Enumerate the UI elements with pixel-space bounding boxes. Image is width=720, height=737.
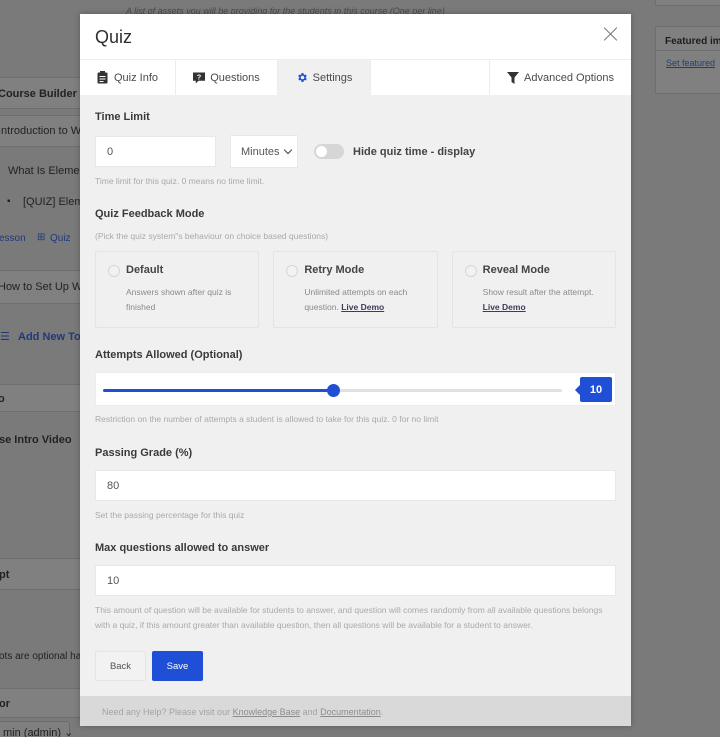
author-panel-header: or (0, 688, 80, 718)
footer-text: . (380, 707, 384, 717)
max-questions-value: 10 (107, 574, 120, 587)
attempts-label: Attempts Allowed (Optional) (95, 349, 243, 361)
tab-questions[interactable]: ? Questions (176, 60, 278, 95)
close-icon[interactable] (603, 26, 619, 42)
tab-label: Advanced Options (524, 71, 614, 84)
tab-advanced-options[interactable]: Advanced Options (490, 60, 631, 95)
course-builder-title: Course Builder (0, 88, 77, 100)
video-panel-header: o (0, 384, 80, 412)
passing-grade-label: Passing Grade (%) (95, 447, 193, 459)
time-unit-value: Minutes (241, 145, 280, 158)
feedback-mode-options: Default Answers shown after quiz is fini… (95, 251, 616, 328)
knowledge-base-link[interactable]: Knowledge Base (233, 707, 301, 717)
topic-title-2: How to Set Up W (0, 281, 83, 293)
radio-button[interactable] (108, 265, 120, 277)
slider-track[interactable] (103, 384, 562, 397)
mode-description: Show result after the attempt. Live Demo (483, 285, 615, 315)
author-select[interactable]: min (admin) ⌄ (0, 721, 73, 737)
modal-footer: Need any Help? Please visit our Knowledg… (80, 696, 631, 726)
topic-title: Introduction to W (0, 125, 82, 137)
excerpt-panel-header: pt (0, 558, 80, 590)
add-new-topic-button[interactable]: Add New Top (18, 331, 87, 343)
topic-row[interactable]: Introduction to W (0, 115, 82, 147)
clipboard-icon (97, 71, 109, 84)
max-questions-label: Max questions allowed to answer (95, 542, 270, 554)
attempts-help: Restriction on the number of attempts a … (95, 414, 439, 424)
mode-description: Unlimited attempts on each question. Liv… (304, 285, 436, 315)
passing-grade-input[interactable]: 80 (95, 470, 616, 501)
intro-video-label: se Intro Video (0, 434, 72, 446)
featured-image-panel: Featured im Set featured (655, 26, 720, 94)
add-topic-icon: ☰ (0, 331, 10, 343)
mode-title: Retry Mode (304, 264, 365, 276)
lesson-item[interactable]: What Is Elemen (8, 165, 86, 177)
add-quiz-icon: ⊞ (37, 232, 46, 243)
mode-description: Answers shown after quiz is finished (126, 285, 258, 315)
slider-fill (103, 389, 333, 392)
passing-grade-help: Set the passing percentage for this quiz (95, 510, 245, 520)
footer-text: and (300, 707, 321, 717)
tab-quiz-info[interactable]: Quiz Info (80, 60, 176, 95)
author-header-text: or (0, 698, 10, 710)
max-questions-input[interactable]: 10 (95, 565, 616, 596)
author-select-value: min (admin) (3, 727, 62, 737)
passing-grade-value: 80 (107, 479, 120, 492)
hide-quiz-time-label: Hide quiz time - display (353, 145, 476, 158)
documentation-link[interactable]: Documentation (320, 707, 381, 717)
time-limit-input[interactable]: 0 (95, 136, 216, 167)
mode-desc-text: Answers shown after quiz is finished (126, 287, 232, 312)
add-lesson-link[interactable]: esson (0, 233, 26, 244)
mode-title: Default (126, 264, 164, 276)
question-icon: ? (193, 72, 206, 84)
quiz-modal: Quiz Quiz Info ? Questions Settings Adva… (80, 14, 631, 726)
right-panel-top (655, 0, 720, 6)
mode-title: Reveal Mode (482, 264, 550, 276)
mode-desc-text: Show result after the attempt. (482, 287, 594, 297)
excerpt-note: ots are optional ha (0, 651, 82, 662)
tab-label: Questions (210, 71, 260, 84)
set-featured-image-link[interactable]: Set featured (656, 51, 720, 68)
footer-text: Need any Help? Please visit our (102, 707, 233, 717)
time-limit-value: 0 (107, 145, 114, 158)
save-button[interactable]: Save (152, 651, 203, 681)
modal-header: Quiz (80, 14, 631, 59)
max-questions-help: This amount of question will be availabl… (95, 605, 603, 630)
course-builder-panel: Course Builder (0, 77, 80, 109)
settings-content: Time Limit 0 Minutes Hide quiz time - di… (80, 111, 631, 681)
time-limit-help: Time limit for this quiz. 0 means no tim… (95, 176, 265, 186)
topic-row-2[interactable]: How to Set Up W (0, 270, 83, 304)
add-quiz-link[interactable]: Quiz (50, 233, 71, 244)
hide-quiz-time-toggle[interactable] (314, 144, 344, 159)
mode-option-default[interactable]: Default Answers shown after quiz is fini… (95, 251, 260, 328)
time-limit-label: Time Limit (95, 111, 150, 123)
tab-spacer (371, 60, 490, 95)
modal-title: Quiz (95, 27, 133, 47)
mode-option-reveal[interactable]: Reveal Mode Show result after the attemp… (451, 251, 616, 328)
video-header-text: o (0, 393, 5, 405)
filter-icon (507, 71, 520, 84)
attempts-value-badge: 10 (575, 377, 612, 402)
attempts-slider: 10 (95, 372, 616, 406)
live-demo-link[interactable]: Live Demo (341, 302, 384, 312)
radio-button[interactable] (286, 265, 299, 277)
modal-tabs: Quiz Info ? Questions Settings Advanced … (80, 59, 631, 95)
feedback-mode-help: (Pick the quiz system"s behaviour on cho… (95, 231, 329, 241)
back-button[interactable]: Back (95, 651, 146, 681)
excerpt-header-text: pt (0, 569, 10, 581)
tab-label: Settings (312, 71, 353, 84)
slider-handle[interactable] (326, 384, 340, 397)
tab-settings[interactable]: Settings (278, 60, 371, 95)
feedback-mode-label: Quiz Feedback Mode (95, 208, 205, 220)
svg-text:?: ? (197, 72, 202, 81)
quiz-icon: ▪ (7, 196, 11, 207)
time-unit-select[interactable]: Minutes (230, 135, 298, 168)
tab-label: Quiz Info (113, 71, 159, 84)
gear-icon (296, 72, 308, 84)
radio-button[interactable] (464, 265, 477, 277)
featured-image-title: Featured im (656, 27, 720, 51)
quiz-item[interactable]: [QUIZ] Elem (23, 196, 84, 208)
mode-option-retry[interactable]: Retry Mode Unlimited attempts on each qu… (273, 251, 438, 328)
chevron-down-icon (283, 145, 293, 155)
live-demo-link[interactable]: Live Demo (483, 302, 526, 312)
